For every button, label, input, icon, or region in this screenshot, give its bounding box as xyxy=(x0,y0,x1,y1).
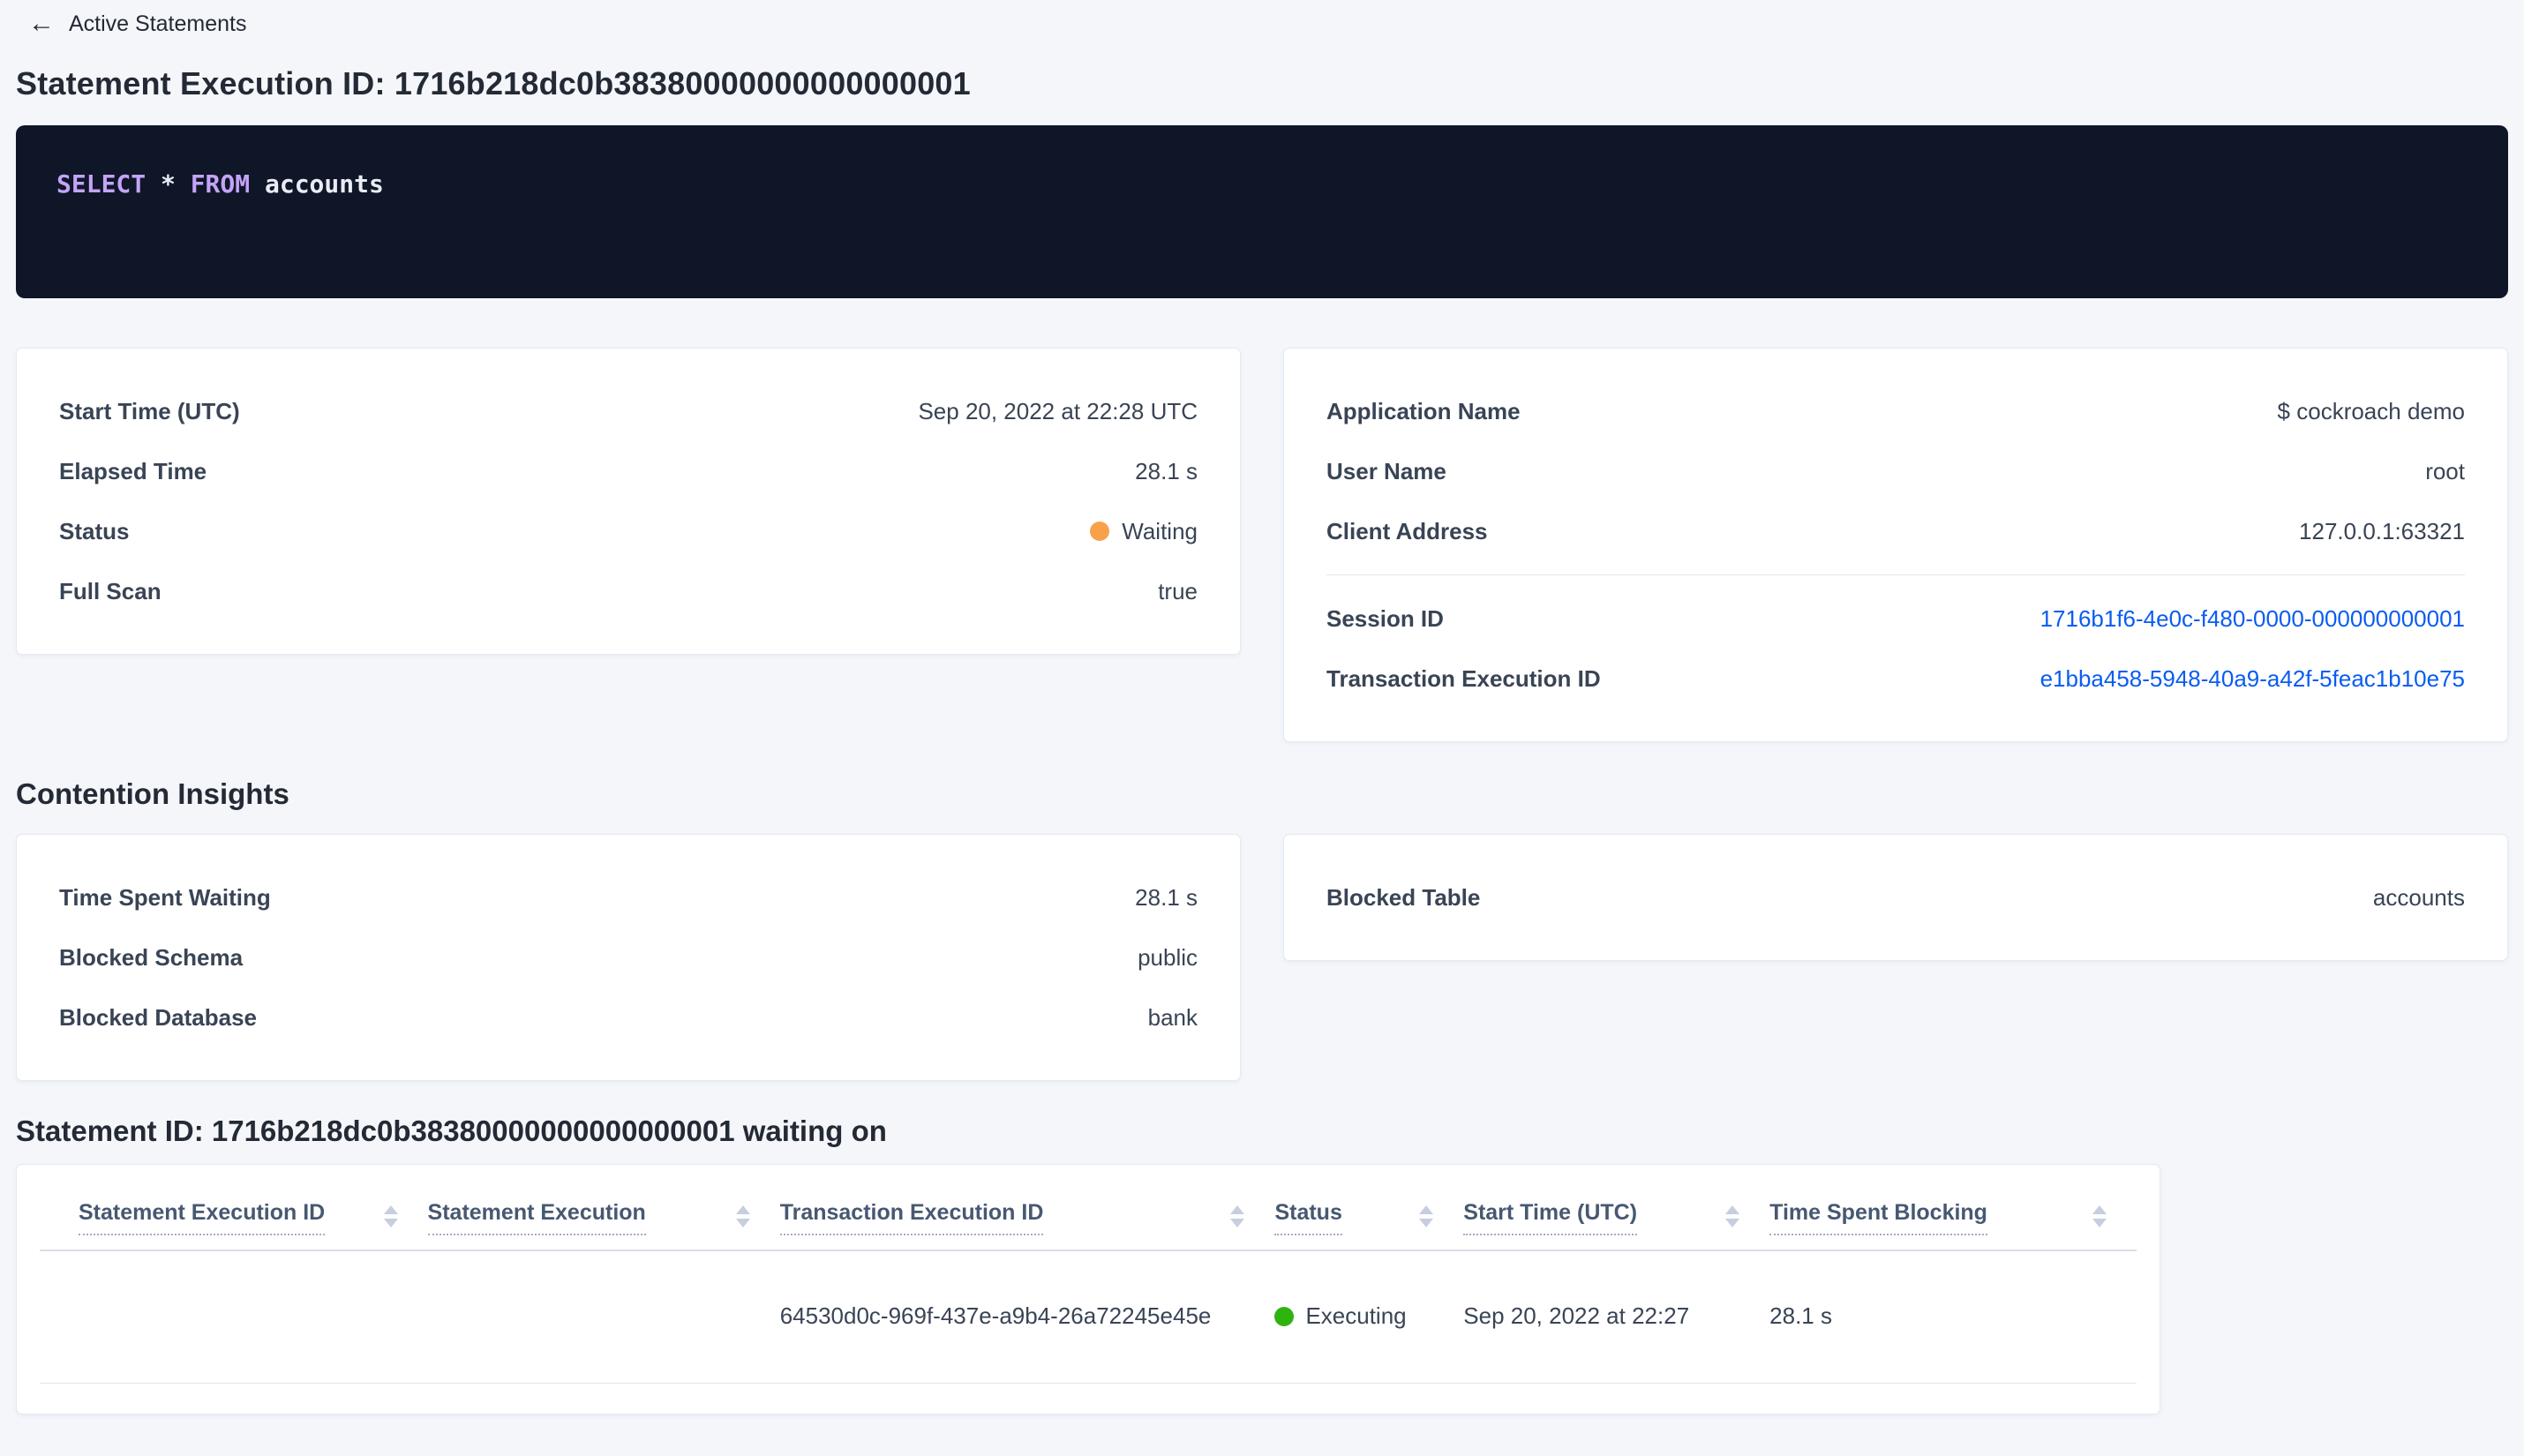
column-header-label[interactable]: Transaction Execution ID xyxy=(779,1200,1044,1235)
sort-icon[interactable] xyxy=(383,1205,398,1227)
card-divider xyxy=(1326,574,2465,575)
status-text: Waiting xyxy=(1122,517,1198,544)
cell-transaction-execution-id: 64530d0c-969f-437e-a9b4-26a72245e45e xyxy=(779,1250,1275,1384)
client-address-row: Client Address 127.0.0.1:63321 xyxy=(1326,514,2465,548)
blocked-table-label: Blocked Table xyxy=(1326,883,1481,911)
transaction-execution-id-row: Transaction Execution ID e1bba458-5948-4… xyxy=(1326,662,2465,695)
transaction-execution-id-label: Transaction Execution ID xyxy=(1326,664,1601,692)
client-address-label: Client Address xyxy=(1326,517,1488,544)
sort-icon[interactable] xyxy=(1725,1205,1740,1227)
blocked-schema-value: public xyxy=(1138,943,1198,971)
status-waiting-dot xyxy=(1090,522,1110,541)
client-address-value: 127.0.0.1:63321 xyxy=(2299,517,2465,544)
column-header-start-time[interactable]: Start Time (UTC) xyxy=(1463,1165,1770,1251)
overview-section: Start Time (UTC) Sep 20, 2022 at 22:28 U… xyxy=(16,348,2508,742)
cell-status: Executing xyxy=(1274,1250,1464,1384)
application-name-row: Application Name $ cockroach demo xyxy=(1326,394,2465,428)
waiting-on-heading: Statement ID: 1716b218dc0b38380000000000… xyxy=(16,1115,887,1147)
blocked-table-value: accounts xyxy=(2372,883,2465,911)
column-header-label[interactable]: Status xyxy=(1274,1200,1342,1235)
session-id-link[interactable]: 1716b1f6-4e0c-f480-0000-000000000001 xyxy=(2040,605,2465,633)
status-executing-dot xyxy=(1274,1306,1295,1326)
back-arrow-icon: ← xyxy=(28,9,55,38)
elapsed-time-row: Elapsed Time 28.1 s xyxy=(59,454,1198,488)
session-id-row: Session ID 1716b1f6-4e0c-f480-0000-00000… xyxy=(1326,602,2465,635)
full-scan-value: true xyxy=(1158,577,1198,604)
blocked-database-row: Blocked Database bank xyxy=(59,1001,1198,1034)
sort-icon[interactable] xyxy=(735,1205,750,1227)
status-label: Status xyxy=(59,517,130,544)
sql-star: * xyxy=(161,169,176,199)
full-scan-label: Full Scan xyxy=(59,577,162,604)
time-spent-waiting-row: Time Spent Waiting 28.1 s xyxy=(59,881,1198,914)
statement-details-page: ← Active Statements Statement Execution … xyxy=(0,0,2524,1415)
transaction-execution-id-link[interactable]: e1bba458-5948-40a9-a42f-5feac1b10e75 xyxy=(2040,665,2465,693)
blocked-schema-label: Blocked Schema xyxy=(59,943,244,971)
column-header-label[interactable]: Statement Execution ID xyxy=(79,1200,326,1235)
sort-icon[interactable] xyxy=(1419,1205,1434,1227)
back-link[interactable]: ← Active Statements xyxy=(28,11,246,37)
sql-keyword-select: SELECT xyxy=(56,169,146,199)
cell-statement-execution-id xyxy=(40,1250,428,1384)
contention-section: Time Spent Waiting 28.1 s Blocked Schema… xyxy=(16,834,2508,1081)
contention-card-left: Time Spent Waiting 28.1 s Blocked Schema… xyxy=(16,834,1241,1081)
status-row: Status Waiting xyxy=(59,514,1198,548)
column-header-statement-execution-id[interactable]: Statement Execution ID xyxy=(40,1165,428,1251)
time-spent-waiting-label: Time Spent Waiting xyxy=(59,883,271,911)
column-header-transaction-execution-id[interactable]: Transaction Execution ID xyxy=(779,1165,1275,1251)
start-time-row: Start Time (UTC) Sep 20, 2022 at 22:28 U… xyxy=(59,394,1198,428)
blocked-table-row: Blocked Table accounts xyxy=(1326,881,2465,914)
column-header-statement-execution[interactable]: Statement Execution xyxy=(427,1165,780,1251)
application-name-label: Application Name xyxy=(1326,397,1521,424)
back-label: Active Statements xyxy=(69,11,247,36)
sort-icon[interactable] xyxy=(1230,1205,1245,1227)
cell-statement-execution xyxy=(427,1250,780,1384)
user-name-value: root xyxy=(2425,457,2465,484)
sql-keyword-from: FROM xyxy=(190,169,251,199)
contention-insights-heading: Contention Insights xyxy=(16,777,289,810)
table-row: 64530d0c-969f-437e-a9b4-26a72245e45e Exe… xyxy=(40,1250,2137,1384)
table-header-row: Statement Execution ID Statement Executi… xyxy=(40,1165,2137,1251)
column-header-status[interactable]: Status xyxy=(1274,1165,1464,1251)
elapsed-time-label: Elapsed Time xyxy=(59,457,207,484)
user-name-row: User Name root xyxy=(1326,454,2465,488)
cell-start-time: Sep 20, 2022 at 22:27 xyxy=(1463,1250,1770,1384)
time-spent-waiting-value: 28.1 s xyxy=(1135,883,1198,911)
status-text: Executing xyxy=(1305,1302,1407,1329)
full-scan-row: Full Scan true xyxy=(59,574,1198,608)
cell-time-spent-blocking: 28.1 s xyxy=(1769,1250,2137,1384)
sort-icon[interactable] xyxy=(2092,1205,2107,1227)
column-header-label[interactable]: Start Time (UTC) xyxy=(1463,1200,1638,1235)
contention-card-right: Blocked Table accounts xyxy=(1283,834,2508,961)
sql-statement-box: SELECT * FROM accounts xyxy=(16,125,2508,298)
blocked-database-label: Blocked Database xyxy=(59,1003,257,1031)
start-time-label: Start Time (UTC) xyxy=(59,397,240,424)
blocked-schema-row: Blocked Schema public xyxy=(59,941,1198,974)
sql-statement-text: SELECT * FROM accounts xyxy=(56,169,2468,199)
column-header-label[interactable]: Statement Execution xyxy=(427,1200,646,1235)
column-header-label[interactable]: Time Spent Blocking xyxy=(1769,1200,1987,1235)
user-name-label: User Name xyxy=(1326,457,1446,484)
sql-table-name: accounts xyxy=(264,169,384,199)
waiting-statements-table: Statement Execution ID Statement Executi… xyxy=(40,1165,2137,1384)
blocked-database-value: bank xyxy=(1147,1003,1198,1031)
application-name-value: $ cockroach demo xyxy=(2277,397,2465,424)
start-time-value: Sep 20, 2022 at 22:28 UTC xyxy=(918,397,1198,424)
page-title: Statement Execution ID: 1716b218dc0b3838… xyxy=(16,65,971,101)
session-id-label: Session ID xyxy=(1326,604,1444,632)
elapsed-time-value: 28.1 s xyxy=(1135,457,1198,484)
column-header-time-spent-blocking[interactable]: Time Spent Blocking xyxy=(1769,1165,2137,1251)
status-value: Waiting xyxy=(1090,518,1198,545)
overview-card-right: Application Name $ cockroach demo User N… xyxy=(1283,348,2508,742)
waiting-statements-table-card: Statement Execution ID Statement Executi… xyxy=(16,1164,2160,1415)
overview-card-left: Start Time (UTC) Sep 20, 2022 at 22:28 U… xyxy=(16,348,1241,655)
